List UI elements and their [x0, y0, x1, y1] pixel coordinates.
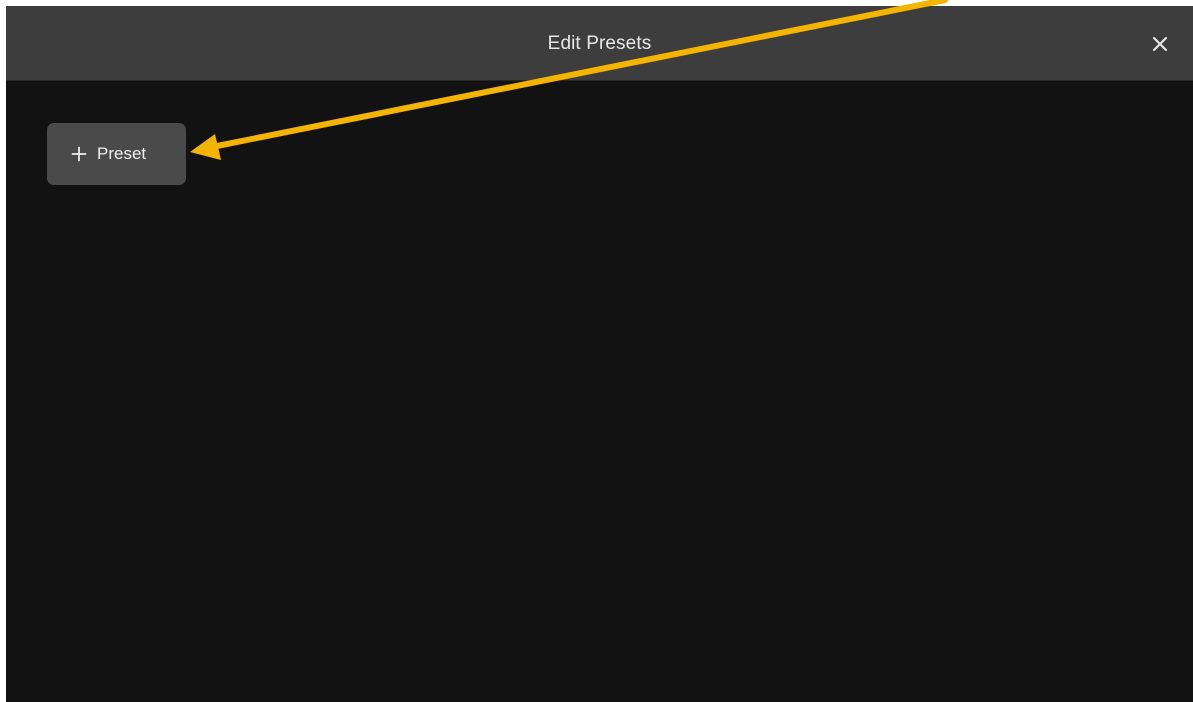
close-icon: [1152, 36, 1168, 52]
dialog-header: Edit Presets: [6, 6, 1193, 81]
close-button[interactable]: [1146, 30, 1174, 58]
plus-icon: [71, 146, 87, 162]
page: Edit Presets Preset: [0, 0, 1193, 702]
add-preset-button[interactable]: Preset: [47, 123, 186, 185]
add-preset-label: Preset: [97, 144, 147, 163]
edit-presets-dialog: Edit Presets Preset: [6, 6, 1193, 702]
dialog-title: Edit Presets: [547, 33, 652, 54]
